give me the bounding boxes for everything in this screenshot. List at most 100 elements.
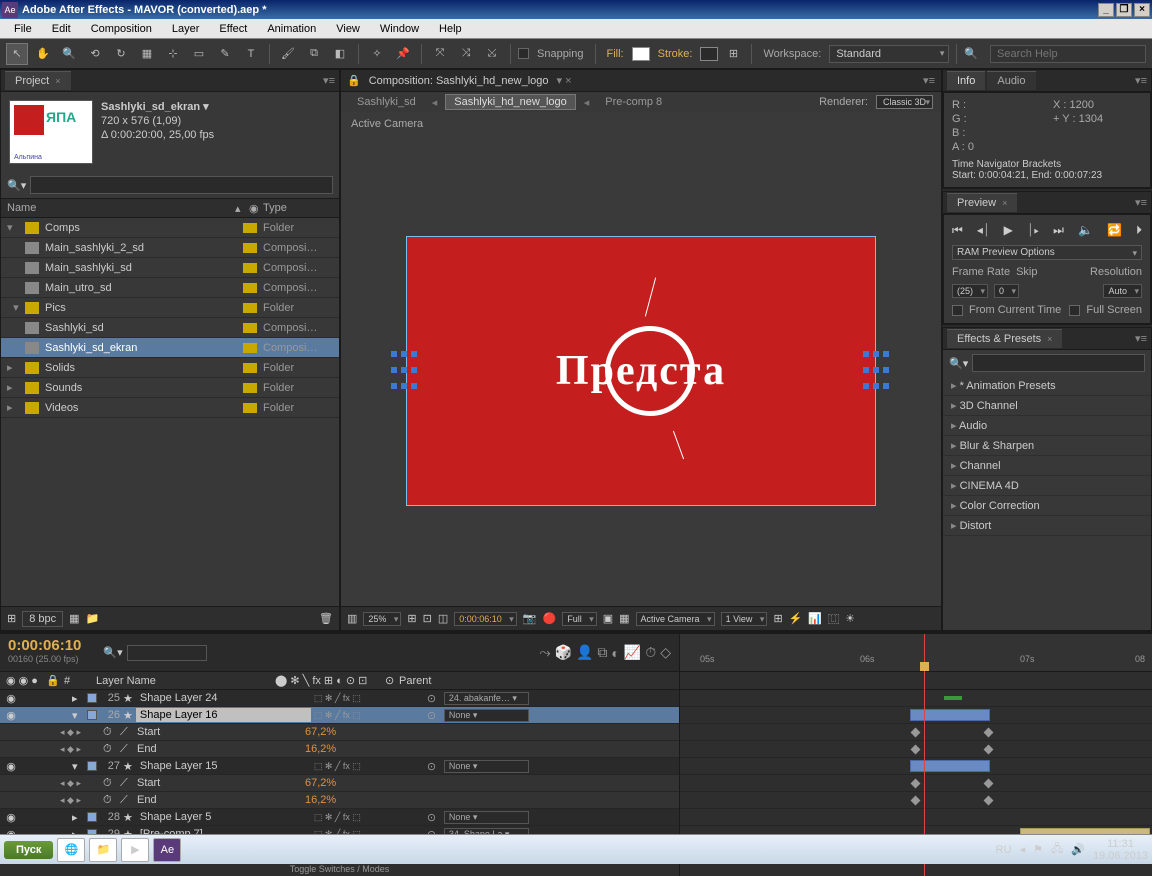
menu-animation[interactable]: Animation bbox=[259, 21, 324, 37]
minimize-button[interactable]: _ bbox=[1098, 3, 1114, 17]
taskbar-ae-icon[interactable]: Ae bbox=[153, 838, 181, 862]
roi-icon[interactable]: ▣ bbox=[603, 612, 613, 625]
pen-tool[interactable]: ✎ bbox=[214, 43, 236, 65]
bpc-button[interactable]: 8 bpc bbox=[22, 611, 63, 627]
res-icon[interactable]: ⊞ bbox=[407, 612, 416, 625]
audio-tab[interactable]: Audio bbox=[987, 71, 1035, 90]
motion-blur-icon[interactable]: ◐ bbox=[611, 645, 619, 661]
graph-editor-icon[interactable]: 📈 bbox=[624, 644, 641, 661]
clock-date[interactable]: 19.06.2013 bbox=[1093, 850, 1148, 862]
effect-category[interactable]: CINEMA 4D bbox=[943, 476, 1151, 496]
close-button[interactable]: × bbox=[1134, 3, 1150, 17]
timeline-layer-row[interactable]: ◉▾27★Shape Layer 15⬚ ✻ ╱ fx ⬚⊙None ▾ bbox=[0, 758, 679, 775]
effect-category[interactable]: Audio bbox=[943, 416, 1151, 436]
stroke-opts-icon[interactable]: ⊞ bbox=[722, 43, 744, 65]
auto-keyframe-icon[interactable]: ◇ bbox=[660, 644, 671, 661]
lock-icon[interactable]: 🔒 bbox=[347, 74, 361, 87]
rotate-tool[interactable]: ↻ bbox=[110, 43, 132, 65]
maximize-button[interactable]: ❐ bbox=[1116, 3, 1132, 17]
timeline-timecode[interactable]: 0:00:06:10 bbox=[8, 637, 81, 654]
ram-options-dropdown[interactable]: RAM Preview Options bbox=[952, 245, 1142, 260]
puppet-tool[interactable]: 📌 bbox=[392, 43, 414, 65]
views-dropdown[interactable]: 1 View bbox=[721, 612, 768, 626]
effect-category[interactable]: Channel bbox=[943, 456, 1151, 476]
clone-tool[interactable]: ⧉ bbox=[303, 43, 325, 65]
composition-thumbnail[interactable]: ЯПА Альпина bbox=[9, 100, 93, 164]
orbit-tool[interactable]: ⟲ bbox=[84, 43, 106, 65]
preview-res-dropdown[interactable]: Auto bbox=[1103, 284, 1142, 298]
hide-shy-icon[interactable]: 👤 bbox=[576, 644, 593, 661]
from-current-checkbox[interactable] bbox=[952, 305, 963, 316]
menu-help[interactable]: Help bbox=[431, 21, 470, 37]
zoom-dropdown[interactable]: 25% bbox=[363, 612, 401, 626]
menu-edit[interactable]: Edit bbox=[44, 21, 79, 37]
skip-dropdown[interactable]: 0 bbox=[994, 284, 1019, 298]
first-frame-button[interactable]: ⏮ bbox=[952, 223, 963, 238]
view-axis-icon[interactable]: ⤩ bbox=[481, 43, 503, 65]
timeline-property-row[interactable]: ◂ ◆ ▸⏱⟋Start67,2% bbox=[0, 724, 679, 741]
hand-tool[interactable]: ✋ bbox=[32, 43, 54, 65]
effects-search-input[interactable] bbox=[972, 354, 1145, 372]
effects-tab[interactable]: Effects & Presets× bbox=[947, 329, 1062, 348]
language-indicator[interactable]: RU bbox=[996, 844, 1012, 856]
project-item[interactable]: ▸SoundsFolder bbox=[1, 378, 339, 398]
stroke-swatch[interactable] bbox=[700, 47, 718, 61]
timeline-layer-row[interactable]: ◉ ▸28★Shape Layer 5⬚ ✻ ╱ fx ⬚⊙None ▾ bbox=[0, 809, 679, 826]
timeline-property-row[interactable]: ◂ ◆ ▸⏱⟋Start67,2% bbox=[0, 775, 679, 792]
trash-icon[interactable]: 🗑 bbox=[319, 612, 333, 625]
breadcrumb-item[interactable]: Sashlyki_sd bbox=[349, 95, 424, 109]
composition-viewer[interactable]: Active Camera Предста bbox=[341, 112, 941, 606]
last-frame-button[interactable]: ⏭ bbox=[1053, 223, 1064, 238]
roto-tool[interactable]: ✧ bbox=[366, 43, 388, 65]
fast-preview-icon[interactable]: ⚡ bbox=[789, 612, 803, 625]
project-search-input[interactable] bbox=[30, 176, 333, 194]
fullscreen-checkbox[interactable] bbox=[1069, 305, 1080, 316]
effect-category[interactable]: 3D Channel bbox=[943, 396, 1151, 416]
panel-menu-icon[interactable]: ▾≡ bbox=[1135, 196, 1147, 209]
frame-blend-icon[interactable]: ⧉ bbox=[597, 644, 607, 661]
world-axis-icon[interactable]: ⤨ bbox=[455, 43, 477, 65]
timeline-ruler[interactable]: 05s 06s 07s 08 bbox=[680, 634, 1152, 672]
start-button[interactable]: Пуск bbox=[4, 841, 53, 859]
search-help-input[interactable] bbox=[990, 45, 1146, 63]
menu-file[interactable]: File bbox=[6, 21, 40, 37]
zoom-tool[interactable]: 🔍 bbox=[58, 43, 80, 65]
tray-network-icon[interactable]: 🖧 bbox=[1051, 840, 1063, 859]
menu-effect[interactable]: Effect bbox=[211, 21, 255, 37]
draft-3d-icon[interactable]: 🎲 bbox=[555, 644, 572, 661]
selection-handle-right[interactable] bbox=[863, 351, 891, 391]
brush-tool[interactable]: 🖌 bbox=[277, 43, 299, 65]
project-item[interactable]: Main_sashlyki_2_sdComposi… bbox=[1, 238, 339, 258]
local-axis-icon[interactable]: ⤧ bbox=[429, 43, 451, 65]
pixel-aspect-icon[interactable]: ⊞ bbox=[773, 612, 782, 625]
timeline-layer-row[interactable]: ◉▾26★Shape Layer 16⬚ ✻ ╱ fx ⬚⊙None ▾ bbox=[0, 707, 679, 724]
timeline-search-input[interactable] bbox=[127, 645, 207, 661]
panel-menu-icon[interactable]: ▾≡ bbox=[323, 74, 335, 87]
project-item[interactable]: Main_utro_sdComposi… bbox=[1, 278, 339, 298]
info-tab[interactable]: Info bbox=[947, 71, 985, 90]
project-list[interactable]: ▾CompsFolder Main_sashlyki_2_sdComposi… … bbox=[1, 218, 339, 606]
selection-handle-left[interactable] bbox=[391, 351, 419, 391]
menu-view[interactable]: View bbox=[328, 21, 368, 37]
timeline-icon[interactable]: 📊 bbox=[808, 612, 822, 625]
current-time[interactable]: 0:00:06:10 bbox=[454, 612, 517, 626]
menu-layer[interactable]: Layer bbox=[164, 21, 208, 37]
taskbar-explorer-icon[interactable]: 📁 bbox=[89, 838, 117, 862]
snapshot-icon[interactable]: 📷 bbox=[523, 612, 537, 625]
brainstorm-icon[interactable]: ⏱ bbox=[645, 644, 656, 661]
mag-icon[interactable]: ▥ bbox=[347, 612, 357, 625]
project-item[interactable]: Sashlyki_sdComposi… bbox=[1, 318, 339, 338]
eraser-tool[interactable]: ◧ bbox=[329, 43, 351, 65]
tray-flag-icon[interactable]: ⚑ bbox=[1033, 843, 1043, 856]
prev-frame-button[interactable]: ◂⏐ bbox=[977, 223, 990, 238]
effect-category[interactable]: Distort bbox=[943, 516, 1151, 536]
project-item[interactable]: ▾CompsFolder bbox=[1, 218, 339, 238]
project-item[interactable]: Main_sashlyki_sdComposi… bbox=[1, 258, 339, 278]
grid-icon[interactable]: ⊡ bbox=[423, 612, 432, 625]
channels-icon[interactable]: 🔴 bbox=[543, 612, 557, 625]
effect-category[interactable]: Color Correction bbox=[943, 496, 1151, 516]
renderer-dropdown[interactable]: Classic 3D bbox=[876, 95, 933, 109]
project-item[interactable]: ▸SolidsFolder bbox=[1, 358, 339, 378]
flowchart-icon[interactable]: ⿶ bbox=[828, 611, 839, 627]
project-item[interactable]: ▸VideosFolder bbox=[1, 398, 339, 418]
